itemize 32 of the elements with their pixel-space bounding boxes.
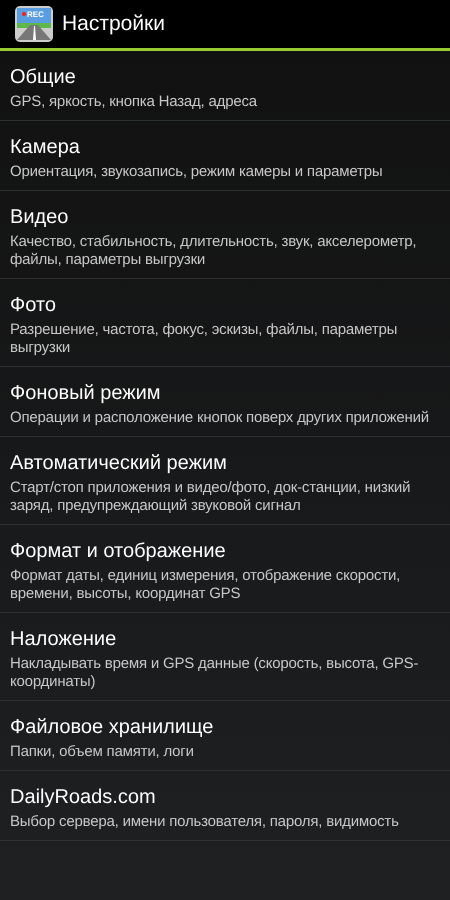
settings-item[interactable]: Файловое хранилище Папки, объем памяти, логи bbox=[0, 701, 450, 771]
settings-item[interactable]: Фото Разрешение, частота, фокус, эскизы, файлы, параметры выгрузки bbox=[0, 279, 450, 367]
settings-item[interactable]: Формат и отображение Формат даты, единиц измерения, отображение скорости, времени, высоты, координат GPS bbox=[0, 525, 450, 613]
item-summary: Папки, объем памяти, логи bbox=[10, 743, 195, 761]
item-summary: Выбор сервера, имени пользователя, пароля, видимость bbox=[10, 813, 400, 831]
item-title: Фото bbox=[10, 293, 56, 317]
settings-item[interactable]: Видео Качество, стабильность, длительность, звук, акселерометр, файлы, параметры выгрузки bbox=[0, 191, 450, 279]
item-summary: Старт/стоп приложения и видео/фото, док-станции, низкий заряд, предупреждающий звуковой сигнал bbox=[10, 479, 412, 515]
item-title: Автоматический режим bbox=[10, 451, 227, 475]
item-title: Камера bbox=[10, 135, 80, 159]
item-title: Видео bbox=[10, 205, 68, 229]
item-summary: Качество, стабильность, длительность, звук, акселерометр, файлы, параметры выгрузки bbox=[10, 233, 418, 269]
item-title: Формат и отображение bbox=[10, 539, 226, 563]
item-title: Наложение bbox=[10, 627, 116, 651]
item-title: Файловое хранилище bbox=[10, 715, 214, 739]
settings-item[interactable]: Автоматический режим Старт/стоп приложения и видео/фото, док-станции, низкий заряд, предупреждающий звуковой сигнал bbox=[0, 437, 450, 525]
settings-item[interactable]: Камера Ориентация, звукозапись, режим камеры и параметры bbox=[0, 121, 450, 191]
item-summary: GPS, яркость, кнопка Назад, адреса bbox=[10, 93, 258, 111]
item-summary: Ориентация, звукозапись, режим камеры и параметры bbox=[10, 163, 384, 181]
item-summary: Накладывать время и GPS данные (скорость, высота, GPS-координаты) bbox=[10, 655, 420, 691]
item-title: Фоновый режим bbox=[10, 381, 161, 405]
app-icon: REC bbox=[14, 5, 54, 43]
settings-item[interactable]: Наложение Накладывать время и GPS данные (скорость, высота, GPS-координаты) bbox=[0, 613, 450, 701]
settings-item[interactable]: DailyRoads.com Выбор сервера, имени пользователя, пароля, видимость bbox=[0, 771, 450, 841]
item-title: DailyRoads.com bbox=[10, 785, 156, 809]
screen-title: Настройки bbox=[62, 12, 165, 36]
item-title: Общие bbox=[10, 65, 76, 89]
item-summary: Формат даты, единиц измерения, отображение скорости, времени, высоты, координат GPS bbox=[10, 567, 402, 603]
settings-item[interactable]: Фоновый режим Операции и расположение кнопок поверх других приложений bbox=[0, 367, 450, 437]
settings-item[interactable]: Общие GPS, яркость, кнопка Назад, адреса bbox=[0, 51, 450, 121]
item-summary: Разрешение, частота, фокус, эскизы, файлы, параметры выгрузки bbox=[10, 321, 398, 357]
item-summary: Операции и расположение кнопок поверх других приложений bbox=[10, 409, 430, 427]
